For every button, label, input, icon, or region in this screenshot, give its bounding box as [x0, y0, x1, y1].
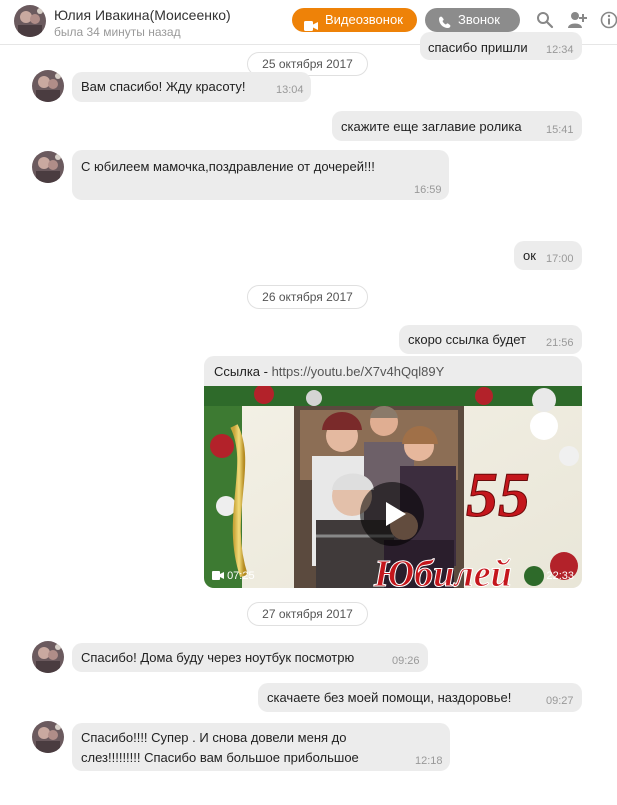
message-outgoing[interactable]: ок 17:00 [514, 241, 582, 270]
video-camera-icon [212, 571, 224, 580]
message-incoming[interactable]: Спасибо!!!! Супер . И снова довели меня … [72, 723, 450, 771]
date-separator: 27 октября 2017 [247, 602, 368, 626]
info-icon[interactable] [600, 11, 617, 29]
message-text: С юбилеем мамочка,поздравление от дочере… [81, 159, 375, 174]
message-text: Спасибо! Дома буду через ноутбук посмотр… [81, 650, 355, 665]
message-outgoing[interactable]: скоро ссылка будет 21:56 [399, 325, 582, 354]
call-label: Звонок [458, 12, 500, 27]
contact-name[interactable]: Юлия Ивакина(Моисеенко) [54, 7, 231, 23]
video-duration: 07:25 [212, 570, 255, 582]
link-label: Ссылка - [214, 364, 272, 379]
sender-avatar[interactable] [32, 151, 64, 183]
video-thumbnail[interactable]: 55 Юбилей 07:25 22:33 [204, 384, 582, 588]
message-text: скажите еще заглавие ролика [341, 119, 522, 134]
message-incoming[interactable]: Вам спасибо! Жду красоту! 13:04 [72, 72, 311, 102]
add-participant-icon[interactable] [567, 11, 587, 29]
message-time: 16:59 [414, 184, 442, 196]
video-call-button[interactable]: Видеозвонок [292, 8, 417, 32]
message-incoming[interactable]: Спасибо! Дома буду через ноутбук посмотр… [72, 643, 428, 672]
play-button[interactable] [360, 482, 424, 546]
message-text-line2: слез!!!!!!!!! Спасибо вам большое прибол… [81, 750, 359, 765]
sender-avatar[interactable] [32, 641, 64, 673]
contact-status: была 34 минуты назад [54, 25, 181, 39]
message-outgoing[interactable]: скажите еще заглавие ролика 15:41 [332, 111, 582, 141]
date-separator: 26 октября 2017 [247, 285, 368, 309]
video-duration-text: 07:25 [227, 570, 255, 582]
message-text: Вам спасибо! Жду красоту! [81, 79, 246, 94]
message-outgoing[interactable]: спасибо пришли 12:34 [420, 32, 582, 60]
message-time: 17:00 [546, 253, 574, 265]
message-time: 21:56 [546, 337, 574, 349]
contact-avatar[interactable] [14, 5, 46, 37]
message-incoming[interactable]: С юбилеем мамочка,поздравление от дочере… [72, 150, 449, 200]
message-time: 15:41 [546, 124, 574, 136]
message-text: скачаете без моей помощи, наздоровье! [267, 690, 512, 705]
message-time: 09:26 [392, 655, 420, 667]
thumb-word: Юбилей [373, 553, 512, 588]
message-time: 13:04 [276, 84, 304, 96]
sender-avatar[interactable] [32, 721, 64, 753]
message-time: 22:33 [546, 570, 574, 582]
play-icon [386, 502, 406, 526]
video-link[interactable]: https://youtu.be/X7v4hQql89Y [272, 364, 445, 379]
video-call-label: Видеозвонок [325, 12, 403, 27]
video-camera-icon [304, 15, 318, 39]
message-time: 09:27 [546, 695, 574, 707]
message-outgoing[interactable]: скачаете без моей помощи, наздоровье! 09… [258, 683, 582, 712]
search-icon[interactable] [536, 11, 554, 29]
call-button[interactable]: Звонок [425, 8, 520, 32]
thumb-number: 55 [466, 459, 530, 530]
message-text: Спасибо!!!! Супер . И снова довели меня … [81, 730, 347, 745]
message-time: 12:18 [415, 755, 443, 767]
sender-avatar[interactable] [32, 70, 64, 102]
message-text: скоро ссылка будет [408, 332, 526, 347]
video-link-message[interactable]: Ссылка - https://youtu.be/X7v4hQql89Y 55… [204, 356, 582, 588]
link-row: Ссылка - https://youtu.be/X7v4hQql89Y [214, 364, 444, 379]
message-time: 12:34 [546, 44, 574, 56]
message-text: спасибо пришли [428, 40, 528, 55]
message-text: ок [523, 248, 536, 263]
